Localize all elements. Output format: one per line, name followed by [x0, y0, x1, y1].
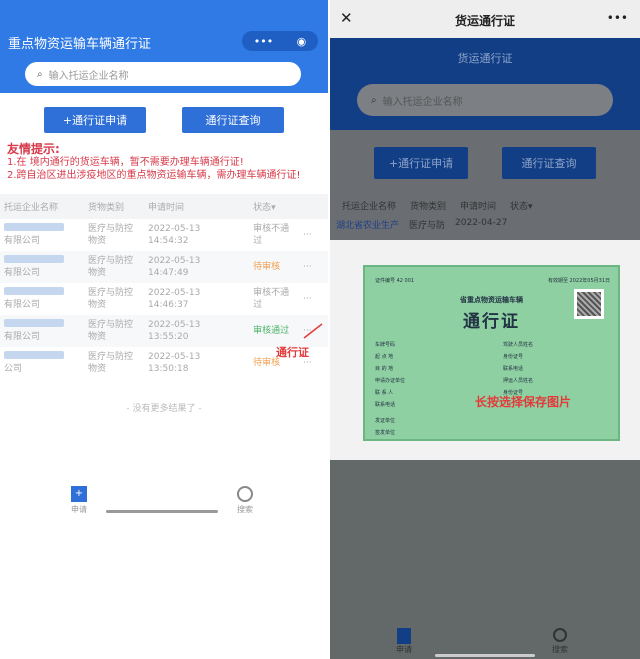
- tip-2: 2.跨自治区进出涉疫地区的重点物资运输车辆，需办理车辆通行证!: [7, 170, 301, 181]
- annotation-save: 长按选择保存图片: [475, 395, 572, 409]
- redacted-company: [4, 319, 64, 327]
- col-time: 申请时间: [144, 194, 250, 219]
- tab-apply[interactable]: 申请: [396, 628, 412, 655]
- home-indicator: [106, 510, 218, 513]
- query-permit-button[interactable]: 通行证查询: [502, 147, 596, 179]
- search-chat-icon: [553, 628, 567, 642]
- redacted-company: [4, 255, 64, 263]
- redacted-company: [4, 287, 64, 295]
- company-cell: 有限公司: [0, 315, 84, 347]
- permit-certificate-image[interactable]: 证件编号 42 001 有效期至 2022年05月31日 省重点物资运输车辆 通…: [363, 265, 620, 441]
- category-cell: 医疗与防控物资: [88, 224, 134, 246]
- file-add-icon: [397, 628, 411, 644]
- nav-title: 货运通行证: [454, 14, 515, 28]
- company-cell: 公司: [0, 347, 84, 379]
- more-icon[interactable]: ···: [299, 251, 328, 283]
- annotation-permit: 通行证: [276, 346, 309, 359]
- status-badge: 待审核: [249, 251, 300, 283]
- col-status[interactable]: 状态▾: [249, 194, 300, 219]
- status-badge: 审核通过: [249, 315, 300, 347]
- search-icon: ⌕: [37, 68, 43, 80]
- category-cell: 医疗与防控物资: [84, 315, 144, 347]
- tab-apply[interactable]: + 申请: [64, 486, 94, 515]
- col-category: 货物类别: [84, 194, 144, 219]
- company-cell: 有限公司: [0, 219, 84, 251]
- status-badge: 审核不通过: [253, 224, 290, 246]
- category-cell: 医疗与防控物资: [88, 288, 134, 310]
- search-chat-icon: [237, 486, 253, 502]
- more-icon[interactable]: ···: [299, 219, 328, 251]
- page-title: 货运通行证: [457, 52, 513, 65]
- search-placeholder: 输入托运企业名称: [48, 70, 129, 82]
- right-phone-screen: ✕ 货运通行证 ••• 货运通行证 ⌕ 输入托运企业名称 +通行证申请 通行证查…: [330, 0, 640, 659]
- search-input[interactable]: ⌕ 输入托运企业名称: [357, 84, 613, 116]
- time-cell: 2022-05-13 14:54:32: [148, 224, 201, 246]
- dimmed-header: 货运通行证 ⌕ 输入托运企业名称: [330, 38, 640, 130]
- tab-bar: + 申请 搜索: [0, 480, 328, 520]
- search-input[interactable]: ⌕ 输入托运企业名称: [25, 62, 301, 86]
- status-badge: 审核不通过: [253, 288, 290, 310]
- table-row[interactable]: 有限公司 医疗与防控物资 2022-05-13 14:46:37 审核不通过 ··…: [0, 283, 328, 315]
- table-row[interactable]: 有限公司 医疗与防控物资 2022-05-13 13:55:20 审核通过 ···: [0, 315, 328, 347]
- col-company: 托运企业名称: [0, 194, 84, 219]
- mini-program-capsule[interactable]: ••• ◉: [242, 31, 318, 51]
- qr-code-icon: [574, 289, 604, 319]
- app-title: 重点物资运输车辆通行证: [8, 37, 152, 52]
- category-cell: 医疗与防控物资: [88, 352, 134, 374]
- tip-box: 友情提示: 1.在 境内通行的货运车辆，暂不需要办理车辆通行证! 2.跨自治区进…: [0, 133, 328, 182]
- time-cell: 2022-05-13 13:50:18: [148, 352, 201, 374]
- nav-bar: ✕ 货运通行证 •••: [330, 0, 640, 38]
- more-icon[interactable]: ···: [299, 283, 328, 315]
- file-add-icon: +: [71, 486, 87, 502]
- more-icon[interactable]: •••: [607, 11, 628, 25]
- redacted-company: [4, 223, 64, 231]
- header: 重点物资运输车辆通行证 ••• ◉ ⌕ 输入托运企业名称: [0, 0, 328, 93]
- dimmed-content: +通行证申请 通行证查询 托运企业名称 货物类别 申请时间 状态▾ 湖北省农业生产 医疗…: [330, 130, 640, 240]
- close-circle-icon[interactable]: ◉: [297, 35, 307, 48]
- image-preview[interactable]: 证件编号 42 001 有效期至 2022年05月31日 省重点物资运输车辆 通…: [330, 240, 640, 460]
- tab-search[interactable]: 搜索: [230, 486, 260, 515]
- query-permit-button[interactable]: 通行证查询: [182, 107, 284, 133]
- search-icon: ⌕: [371, 94, 377, 106]
- table-row[interactable]: 有限公司 医疗与防控物资 2022-05-13 14:47:49 待审核 ···: [0, 251, 328, 283]
- more-icon[interactable]: •••: [254, 35, 273, 48]
- no-more-text: - 没有更多结果了 -: [126, 404, 202, 414]
- left-phone-screen: 重点物资运输车辆通行证 ••• ◉ ⌕ 输入托运企业名称 +通行证申请 通行证查…: [0, 0, 328, 520]
- category-cell: 医疗与防控物资: [84, 251, 144, 283]
- company-cell: 有限公司: [0, 251, 84, 283]
- time-cell: 2022-05-13 14:46:37: [148, 288, 201, 310]
- time-cell: 2022-05-13 14:47:49: [144, 251, 250, 283]
- company-cell: 有限公司: [0, 283, 84, 315]
- redacted-company: [4, 351, 64, 359]
- apply-permit-button[interactable]: +通行证申请: [374, 147, 468, 179]
- annotation-arrow-icon: [303, 323, 323, 339]
- tip-1: 1.在 境内通行的货运车辆，暂不需要办理车辆通行证!: [7, 157, 244, 168]
- apply-permit-button[interactable]: +通行证申请: [44, 107, 146, 133]
- time-cell: 2022-05-13 13:55:20: [144, 315, 250, 347]
- tip-title: 友情提示:: [7, 142, 60, 156]
- tab-search[interactable]: 搜索: [552, 628, 568, 655]
- home-indicator: [435, 654, 535, 657]
- table-row[interactable]: 有限公司 医疗与防控物资 2022-05-13 14:54:32 审核不通过 ··…: [0, 219, 328, 251]
